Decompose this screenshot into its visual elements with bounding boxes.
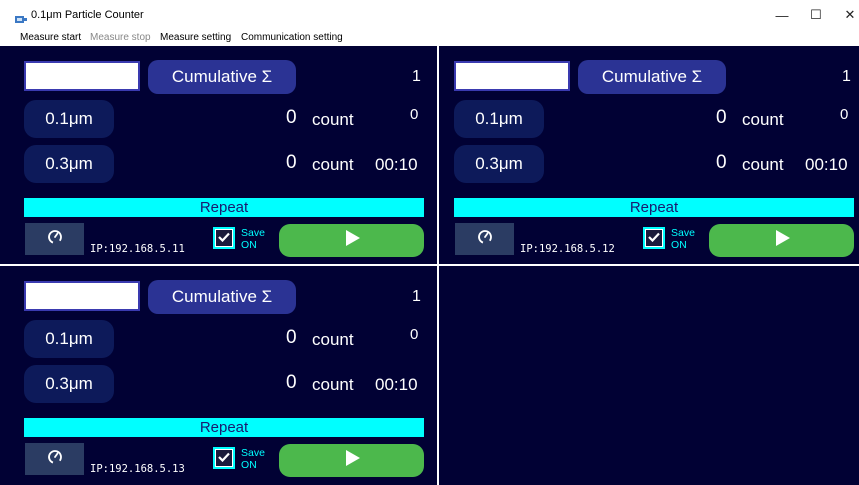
checkmark-icon xyxy=(218,449,230,467)
cumulative-button[interactable]: Cumulative Σ xyxy=(148,60,296,94)
save-checkbox[interactable] xyxy=(213,447,235,469)
save-checkbox[interactable] xyxy=(643,227,665,249)
menu-measure-start[interactable]: Measure start xyxy=(20,32,81,43)
cumulative-button[interactable]: Cumulative Σ xyxy=(578,60,726,94)
sample-index: 1 xyxy=(412,68,421,85)
save-text: Save xyxy=(671,227,695,239)
maximize-button[interactable]: ☐ xyxy=(801,4,831,26)
gauge-button[interactable] xyxy=(455,223,514,255)
gauge-button[interactable] xyxy=(25,223,84,255)
size-label-0-1um: 0.1μm xyxy=(454,100,544,138)
counter-panel: Cumulative Σ 1 0.1μm 0 count 0 0.3μm 0 c… xyxy=(439,46,859,264)
timer-value: 00:10 xyxy=(375,375,418,394)
save-label: Save ON xyxy=(241,447,265,471)
menu-bar: Measure start Measure stop Measure setti… xyxy=(0,30,859,47)
count-unit: count xyxy=(742,155,784,174)
name-input[interactable] xyxy=(24,281,140,311)
save-checkbox[interactable] xyxy=(213,227,235,249)
size-label-0-1um: 0.1μm xyxy=(24,320,114,358)
gauge-icon xyxy=(47,449,63,470)
size-label-0-1um: 0.1μm xyxy=(24,100,114,138)
size-label-0-3um: 0.3μm xyxy=(24,145,114,183)
extra-value: 0 xyxy=(410,326,419,343)
cumulative-button[interactable]: Cumulative Σ xyxy=(148,280,296,314)
size-label-0-3um: 0.3μm xyxy=(454,145,544,183)
timer-value: 00:10 xyxy=(805,155,848,174)
repeat-button[interactable]: Repeat xyxy=(24,198,424,217)
gauge-button[interactable] xyxy=(25,443,84,475)
ip-address: IP:192.168.5.11 xyxy=(90,243,185,255)
size-label-0-3um: 0.3μm xyxy=(24,365,114,403)
timer-value: 00:10 xyxy=(375,155,418,174)
save-state: ON xyxy=(241,459,257,471)
checkmark-icon xyxy=(648,229,660,247)
play-button[interactable] xyxy=(279,224,424,257)
window-title: 0.1μm Particle Counter xyxy=(31,9,144,21)
save-label: Save ON xyxy=(241,227,265,251)
counter-panel: Cumulative Σ 1 0.1μm 0 count 0 0.3μm 0 c… xyxy=(0,266,437,485)
count-value: 0 xyxy=(286,107,297,128)
extra-value: 0 xyxy=(840,106,849,123)
menu-measure-setting[interactable]: Measure setting xyxy=(160,32,231,43)
gauge-icon xyxy=(47,229,63,250)
count-value: 0 xyxy=(286,327,297,348)
count-unit: count xyxy=(312,155,354,174)
repeat-button[interactable]: Repeat xyxy=(454,198,854,217)
save-text: Save xyxy=(241,447,265,459)
minimize-button[interactable]: — xyxy=(767,4,797,26)
ip-address: IP:192.168.5.13 xyxy=(90,463,185,475)
count-unit: count xyxy=(742,110,784,129)
sample-index: 1 xyxy=(842,68,851,85)
close-button[interactable]: ✕ xyxy=(835,4,859,26)
checkmark-icon xyxy=(218,229,230,247)
app-icon xyxy=(15,11,27,23)
count-unit: count xyxy=(312,110,354,129)
counter-panel: Cumulative Σ 1 0.1μm 0 count 0 0.3μm 0 c… xyxy=(0,46,437,264)
count-unit: count xyxy=(312,330,354,349)
save-label: Save ON xyxy=(671,227,695,251)
count-value: 0 xyxy=(286,372,297,393)
sample-index: 1 xyxy=(412,288,421,305)
save-state: ON xyxy=(241,239,257,251)
counter-grid: Cumulative Σ 1 0.1μm 0 count 0 0.3μm 0 c… xyxy=(0,46,859,485)
play-icon xyxy=(773,229,791,252)
save-text: Save xyxy=(241,227,265,239)
save-state: ON xyxy=(671,239,687,251)
repeat-button[interactable]: Repeat xyxy=(24,418,424,437)
ip-address: IP:192.168.5.12 xyxy=(520,243,615,255)
name-input[interactable] xyxy=(454,61,570,91)
empty-panel xyxy=(439,266,859,485)
play-icon xyxy=(343,229,361,252)
title-bar: 0.1μm Particle Counter — ☐ ✕ xyxy=(0,0,859,30)
name-input[interactable] xyxy=(24,61,140,91)
count-value: 0 xyxy=(716,152,727,173)
count-value: 0 xyxy=(716,107,727,128)
count-unit: count xyxy=(312,375,354,394)
play-button[interactable] xyxy=(279,444,424,477)
gauge-icon xyxy=(477,229,493,250)
play-button[interactable] xyxy=(709,224,854,257)
menu-communication-setting[interactable]: Communication setting xyxy=(241,32,343,43)
menu-measure-stop[interactable]: Measure stop xyxy=(90,32,151,43)
count-value: 0 xyxy=(286,152,297,173)
play-icon xyxy=(343,449,361,472)
extra-value: 0 xyxy=(410,106,419,123)
